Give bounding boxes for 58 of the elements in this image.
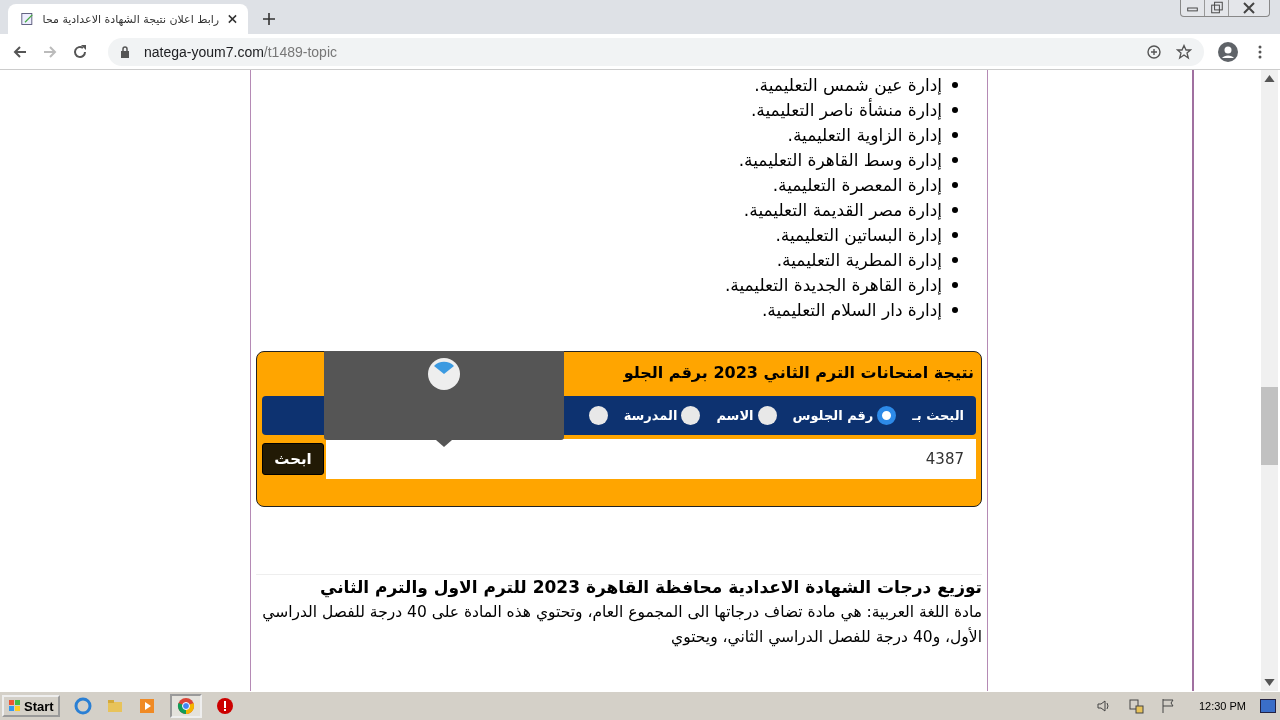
bullet-icon [952,231,958,238]
star-icon[interactable] [1176,43,1192,60]
lock-icon [120,45,130,58]
bullet-icon [952,281,958,288]
new-tab-icon[interactable] [262,12,276,26]
result-title: نتيجة امتحانات الترم الثاني 2023 برقم الجلو [623,362,975,385]
scroll-thumb[interactable] [1261,387,1278,465]
bullet-icon [952,156,958,163]
list-item: إدارة عين شمس التعليمية. [754,74,942,95]
radio-button[interactable] [757,406,777,425]
browser-tab[interactable]: رابط اعلان نتيجة الشهادة الاعدادية محا [8,4,248,34]
spinner-icon [427,357,461,391]
browser-icon[interactable] [73,697,92,715]
clock[interactable]: 12:30 PM [1198,700,1246,712]
list-item: إدارة منشأة ناصر التعليمية. [750,99,942,120]
option-label[interactable]: رقم الجلوس [792,408,874,423]
start-button[interactable]: Start [2,695,60,717]
search-by-label: البحث بـ [912,408,964,423]
address-bar[interactable]: natega-youm7.com/t1489-topic [108,37,1204,66]
article-heading: توزيع درجات الشهادة الاعدادية محافظة القاهرة 2023 للترم الاول والترم الثاني [319,576,982,600]
notepad-icon [20,11,35,27]
bullet-icon [952,306,958,313]
list-item: إدارة البساتين التعليمية. [775,224,942,245]
show-desktop-button[interactable] [1260,699,1276,713]
list-item: إدارة مصر القديمة التعليمية. [743,199,942,220]
list-item: إدارة الزاوية التعليمية. [787,124,942,145]
url-text: natega-youm7.com/t1489-topic [144,43,337,60]
list-item: إدارة القاهرة الجديدة التعليمية. [724,274,942,295]
list-item: إدارة وسط القاهرة التعليمية. [738,149,942,170]
scrollbar[interactable] [1261,70,1278,691]
bullet-icon [952,256,958,263]
radio-button[interactable] [877,406,897,425]
network-icon[interactable] [1126,697,1145,715]
reload-icon[interactable] [72,43,88,60]
bullet-icon [952,131,958,138]
bullet-icon [952,81,958,88]
profile-icon[interactable] [1218,41,1238,62]
stop-icon[interactable] [215,697,234,715]
list-item: إدارة المعصرة التعليمية. [772,174,942,195]
back-icon[interactable] [12,43,28,60]
chrome-icon [176,697,195,715]
search-button[interactable]: ابحث [262,443,324,475]
add-icon[interactable] [1146,43,1162,60]
bullet-icon [952,206,958,213]
taskbar-item[interactable] [169,694,202,718]
bullet-icon [952,106,958,113]
close-icon[interactable] [227,13,238,25]
article-paragraph: مادة اللغة العربية: هي مادة تضاف درجاتها الى المجموع العام، وتحتوي هذه المادة على 40 درجة للفصل الدراسي الأول، و40 درجة للفصل الدراسي الثاني، ويحتوي [261,602,982,649]
list-item: إدارة المطرية التعليمية. [776,249,942,270]
list-item: إدارة دار السلام التعليمية. [761,299,942,320]
windows-icon [8,699,22,713]
option-label[interactable]: المدرسة [623,408,678,423]
radio-button[interactable] [588,406,608,425]
input-field[interactable]: 4387 [326,439,976,479]
radio-button[interactable] [681,406,701,425]
bullet-icon [952,181,958,188]
tab-title: رابط اعلان نتيجة الشهادة الاعدادية محا [42,12,220,26]
option-label[interactable]: الاسم [716,408,754,423]
